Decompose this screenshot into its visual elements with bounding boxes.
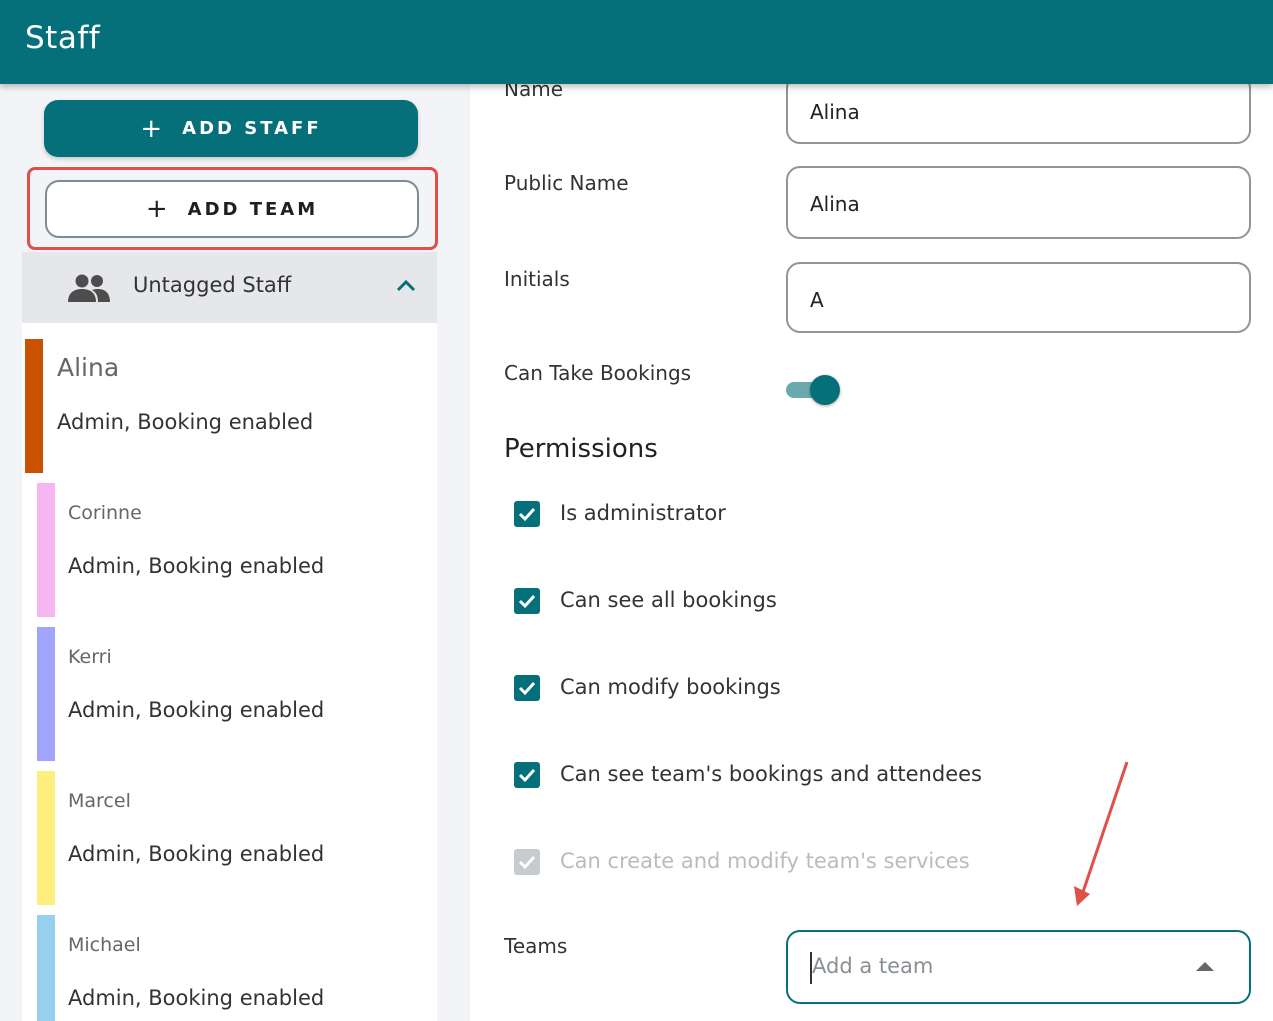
permission-label: Can see team's bookings and attendees <box>560 762 982 786</box>
public-name-value: Alina <box>810 192 860 216</box>
public-name-field[interactable]: Alina <box>786 166 1251 239</box>
staff-color-bar <box>37 483 55 617</box>
permission-label: Is administrator <box>560 501 726 525</box>
staff-item-alina[interactable]: Alina Admin, Booking enabled <box>22 339 437 473</box>
add-staff-label: ADD STAFF <box>182 118 322 139</box>
staff-name: Michael <box>68 934 141 956</box>
permission-see-all-bookings[interactable]: Can see all bookings <box>514 586 777 616</box>
staff-color-bar <box>37 915 55 1021</box>
permission-team-services: Can create and modify team's services <box>514 847 970 877</box>
staff-item-marcel[interactable]: Marcel Admin, Booking enabled <box>22 771 437 905</box>
permission-label: Can see all bookings <box>560 588 777 612</box>
chevron-up-icon[interactable] <box>394 274 418 298</box>
teams-select[interactable]: Add a team <box>786 930 1251 1004</box>
can-take-bookings-label: Can Take Bookings <box>504 361 692 385</box>
permission-modify-bookings[interactable]: Can modify bookings <box>514 673 781 703</box>
permission-is-administrator[interactable]: Is administrator <box>514 499 726 529</box>
people-icon <box>68 274 110 302</box>
toggle-knob <box>810 375 840 405</box>
checkbox-checked-icon[interactable] <box>514 675 540 701</box>
checkbox-checked-icon[interactable] <box>514 762 540 788</box>
staff-meta: Admin, Booking enabled <box>68 986 325 1010</box>
permission-team-bookings[interactable]: Can see team's bookings and attendees <box>514 760 982 790</box>
add-team-button[interactable]: + ADD TEAM <box>45 180 419 238</box>
staff-item-kerri[interactable]: Kerri Admin, Booking enabled <box>22 627 437 761</box>
teams-placeholder: Add a team <box>812 954 934 978</box>
staff-meta: Admin, Booking enabled <box>68 698 325 722</box>
initials-label: Initials <box>504 267 570 291</box>
checkbox-disabled-icon <box>514 849 540 875</box>
staff-item-michael[interactable]: Michael Admin, Booking enabled <box>22 915 437 1021</box>
app-bar: Staff <box>0 0 1273 84</box>
staff-color-bar <box>37 627 55 761</box>
public-name-label: Public Name <box>504 171 629 195</box>
staff-name: Marcel <box>68 790 131 812</box>
checkbox-checked-icon[interactable] <box>514 501 540 527</box>
staff-item-corinne[interactable]: Corinne Admin, Booking enabled <box>22 483 437 617</box>
staff-meta: Admin, Booking enabled <box>68 554 325 578</box>
plus-icon: + <box>145 194 168 224</box>
staff-name: Corinne <box>68 502 142 524</box>
staff-meta: Admin, Booking enabled <box>57 410 314 434</box>
staff-detail-form: Name Alina Public Name Alina Initials A … <box>470 74 1273 1021</box>
group-header-untagged[interactable]: Untagged Staff <box>22 252 437 323</box>
caret-up-icon[interactable] <box>1196 962 1214 971</box>
teams-label: Teams <box>504 934 568 958</box>
group-label: Untagged Staff <box>133 273 292 297</box>
staff-color-bar <box>37 771 55 905</box>
staff-name: Kerri <box>68 646 112 668</box>
checkbox-checked-icon[interactable] <box>514 588 540 614</box>
initials-value: A <box>810 288 824 312</box>
permissions-title: Permissions <box>504 434 658 464</box>
permission-label: Can modify bookings <box>560 675 781 699</box>
add-team-label: ADD TEAM <box>187 198 319 220</box>
name-field[interactable]: Alina <box>786 74 1251 144</box>
staff-meta: Admin, Booking enabled <box>68 842 325 866</box>
sidebar: + ADD STAFF + ADD TEAM Untagged Staff Al… <box>0 84 470 1021</box>
can-take-bookings-toggle[interactable] <box>786 375 842 405</box>
page-title: Staff <box>25 20 101 56</box>
staff-name: Alina <box>57 353 120 382</box>
name-value: Alina <box>810 100 860 124</box>
add-staff-button[interactable]: + ADD STAFF <box>44 100 418 157</box>
permission-label: Can create and modify team's services <box>560 849 970 873</box>
staff-list: Alina Admin, Booking enabled Corinne Adm… <box>22 323 437 1021</box>
staff-color-bar <box>25 339 43 473</box>
initials-field[interactable]: A <box>786 262 1251 333</box>
highlight-box: + ADD TEAM <box>27 167 438 250</box>
plus-icon: + <box>140 113 163 144</box>
